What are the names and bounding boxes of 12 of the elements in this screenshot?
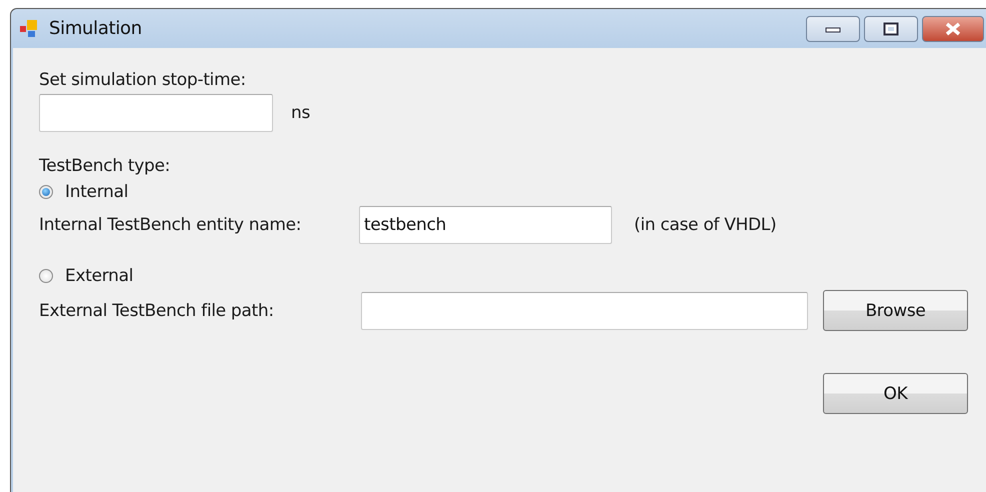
window-title: Simulation [49, 18, 142, 39]
unit-label: ns [291, 103, 310, 123]
browse-button[interactable]: Browse [823, 290, 968, 331]
radio-label[interactable]: Internal [65, 182, 128, 202]
section-label: TestBench type: [39, 156, 170, 176]
field-label: External TestBench file path: [39, 300, 275, 320]
entity-name-field[interactable]: testbench [359, 206, 612, 244]
field-label: Internal TestBench entity name: [39, 215, 302, 235]
radio-label[interactable]: External [65, 266, 134, 286]
ok-button[interactable]: OK [823, 373, 968, 414]
field-label: Set simulation stop-time: [39, 70, 246, 90]
note-text: (in case of VHDL) [634, 215, 776, 235]
